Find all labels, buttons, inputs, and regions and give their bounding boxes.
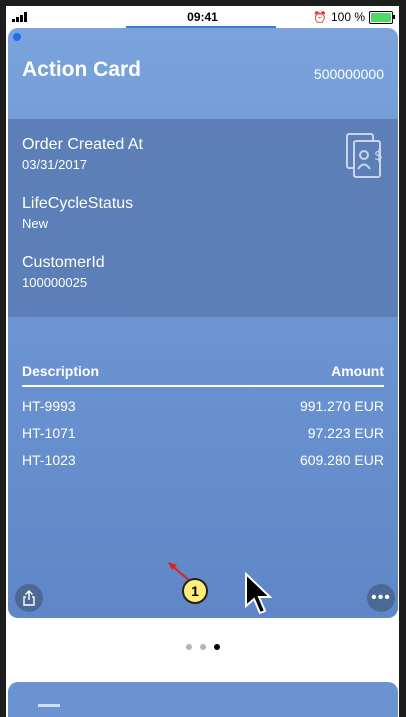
alarm-icon: ⏰ bbox=[313, 11, 327, 24]
card-header: Action Card 500000000 bbox=[8, 28, 398, 119]
items-table: Description Amount HT-9993 991.270 EUR H… bbox=[22, 363, 384, 468]
page-indicator[interactable] bbox=[6, 644, 399, 650]
column-amount: Amount bbox=[331, 363, 384, 379]
more-button[interactable]: ••• bbox=[367, 584, 395, 612]
field-customer-id: CustomerId 100000025 bbox=[22, 254, 105, 290]
page-dot-active[interactable] bbox=[213, 644, 220, 650]
card-info-section: Order Created At 03/31/2017 LifeCycleSta… bbox=[8, 119, 398, 317]
annotation-badge: 1 bbox=[182, 578, 208, 604]
cell-amount: 97.223 EUR bbox=[307, 425, 384, 441]
cell-description: HT-1071 bbox=[22, 425, 76, 441]
field-value: New bbox=[22, 216, 49, 231]
table-row[interactable]: HT-1023 609.280 EUR bbox=[22, 452, 384, 468]
document-money-icon: $ bbox=[346, 133, 383, 178]
status-bar: 09:41 ⏰ 100 % bbox=[6, 6, 399, 28]
next-card-preview[interactable] bbox=[8, 682, 398, 717]
cell-amount: 991.270 EUR bbox=[299, 398, 384, 414]
table-header: Description Amount bbox=[22, 363, 384, 387]
phone-screen: 09:41 ⏰ 100 % Action Card 500000000 Orde… bbox=[6, 6, 399, 717]
page-dot[interactable] bbox=[199, 644, 206, 650]
share-icon bbox=[23, 590, 35, 606]
field-label: CustomerId bbox=[22, 254, 105, 271]
table-row[interactable]: HT-9993 991.270 EUR bbox=[22, 398, 384, 414]
field-order-created: Order Created At 03/31/2017 bbox=[22, 136, 143, 172]
battery-icon bbox=[369, 10, 395, 24]
field-lifecycle-status: LifeCycleStatus New bbox=[22, 195, 133, 231]
battery-fill bbox=[371, 12, 391, 22]
column-description: Description bbox=[22, 363, 100, 379]
field-label: Order Created At bbox=[22, 136, 143, 153]
share-button[interactable] bbox=[15, 584, 43, 612]
action-card[interactable]: Action Card 500000000 Order Created At 0… bbox=[8, 28, 398, 618]
mouse-cursor-icon bbox=[245, 572, 273, 615]
cell-amount: 609.280 EUR bbox=[299, 452, 384, 468]
card-title: Action Card bbox=[22, 58, 142, 81]
field-value: 03/31/2017 bbox=[22, 157, 88, 172]
page-dot[interactable] bbox=[185, 644, 192, 650]
field-value: 100000025 bbox=[22, 275, 88, 290]
table-row[interactable]: HT-1071 97.223 EUR bbox=[22, 425, 384, 441]
more-icon: ••• bbox=[371, 589, 391, 606]
cell-description: HT-1023 bbox=[22, 452, 76, 468]
card-number: 500000000 bbox=[313, 66, 384, 82]
cell-description: HT-9993 bbox=[22, 398, 76, 414]
field-label: LifeCycleStatus bbox=[22, 195, 134, 212]
next-card-bar bbox=[38, 704, 60, 707]
battery-percent: 100 % bbox=[330, 10, 365, 24]
svg-text:$: $ bbox=[374, 148, 383, 164]
